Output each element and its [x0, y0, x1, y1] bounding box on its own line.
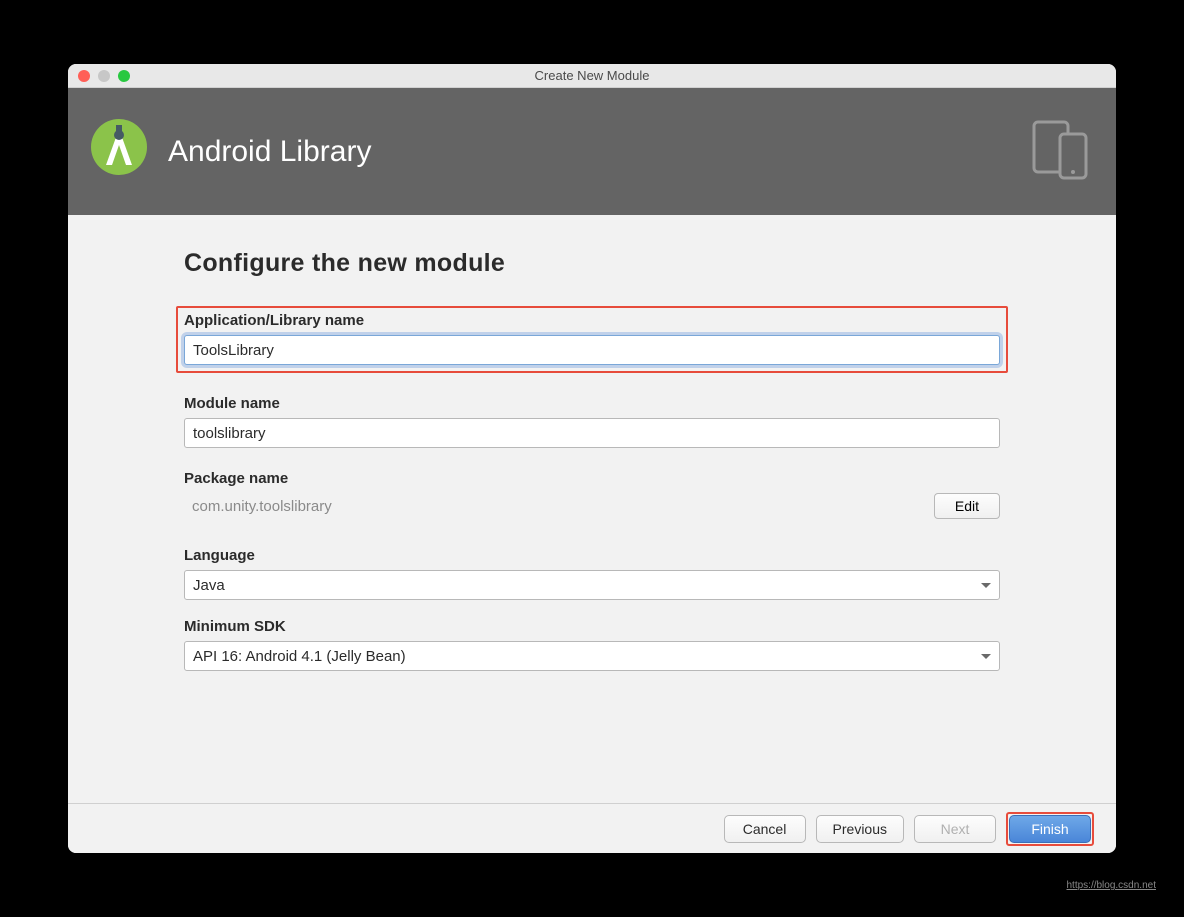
- min-sdk-value: API 16: Android 4.1 (Jelly Bean): [193, 648, 406, 665]
- chevron-down-icon: [981, 654, 991, 659]
- language-label: Language: [184, 547, 1000, 564]
- maximize-window-button[interactable]: [118, 70, 130, 82]
- traffic-lights: [68, 70, 130, 82]
- finish-button[interactable]: Finish: [1009, 815, 1091, 843]
- min-sdk-field-group: Minimum SDK API 16: Android 4.1 (Jelly B…: [184, 618, 1000, 671]
- banner-title: Android Library: [168, 135, 371, 169]
- min-sdk-label: Minimum SDK: [184, 618, 1000, 635]
- finish-highlight: Finish: [1006, 812, 1094, 846]
- language-select[interactable]: Java: [184, 570, 1000, 600]
- app-name-input[interactable]: [184, 335, 1000, 365]
- package-name-field-group: Package name com.unity.toolslibrary Edit: [184, 470, 1000, 519]
- previous-button[interactable]: Previous: [816, 815, 904, 843]
- minimize-window-button[interactable]: [98, 70, 110, 82]
- min-sdk-select[interactable]: API 16: Android 4.1 (Jelly Bean): [184, 641, 1000, 671]
- edit-package-button[interactable]: Edit: [934, 493, 1000, 519]
- chevron-down-icon: [981, 583, 991, 588]
- language-field-group: Language Java: [184, 547, 1000, 600]
- module-name-label: Module name: [184, 395, 1000, 412]
- module-name-input[interactable]: [184, 418, 1000, 448]
- watermark: https://blog.csdn.net: [1066, 880, 1156, 891]
- footer: Cancel Previous Next Finish: [68, 803, 1116, 853]
- close-window-button[interactable]: [78, 70, 90, 82]
- app-name-label: Application/Library name: [184, 312, 1000, 329]
- content-area: Configure the new module Application/Lib…: [68, 215, 1116, 803]
- app-name-field-group: Application/Library name: [176, 306, 1008, 373]
- package-name-value: com.unity.toolslibrary: [184, 498, 332, 515]
- next-button: Next: [914, 815, 996, 843]
- devices-icon: [1032, 120, 1090, 182]
- page-heading: Configure the new module: [184, 249, 1000, 278]
- titlebar: Create New Module: [68, 64, 1116, 88]
- language-value: Java: [193, 577, 225, 594]
- package-name-label: Package name: [184, 470, 1000, 487]
- window-title: Create New Module: [68, 68, 1116, 83]
- module-name-field-group: Module name: [184, 395, 1000, 448]
- android-studio-icon: [88, 117, 150, 187]
- dialog-window: Create New Module Android Library Config…: [68, 64, 1116, 853]
- cancel-button[interactable]: Cancel: [724, 815, 806, 843]
- banner: Android Library: [68, 88, 1116, 215]
